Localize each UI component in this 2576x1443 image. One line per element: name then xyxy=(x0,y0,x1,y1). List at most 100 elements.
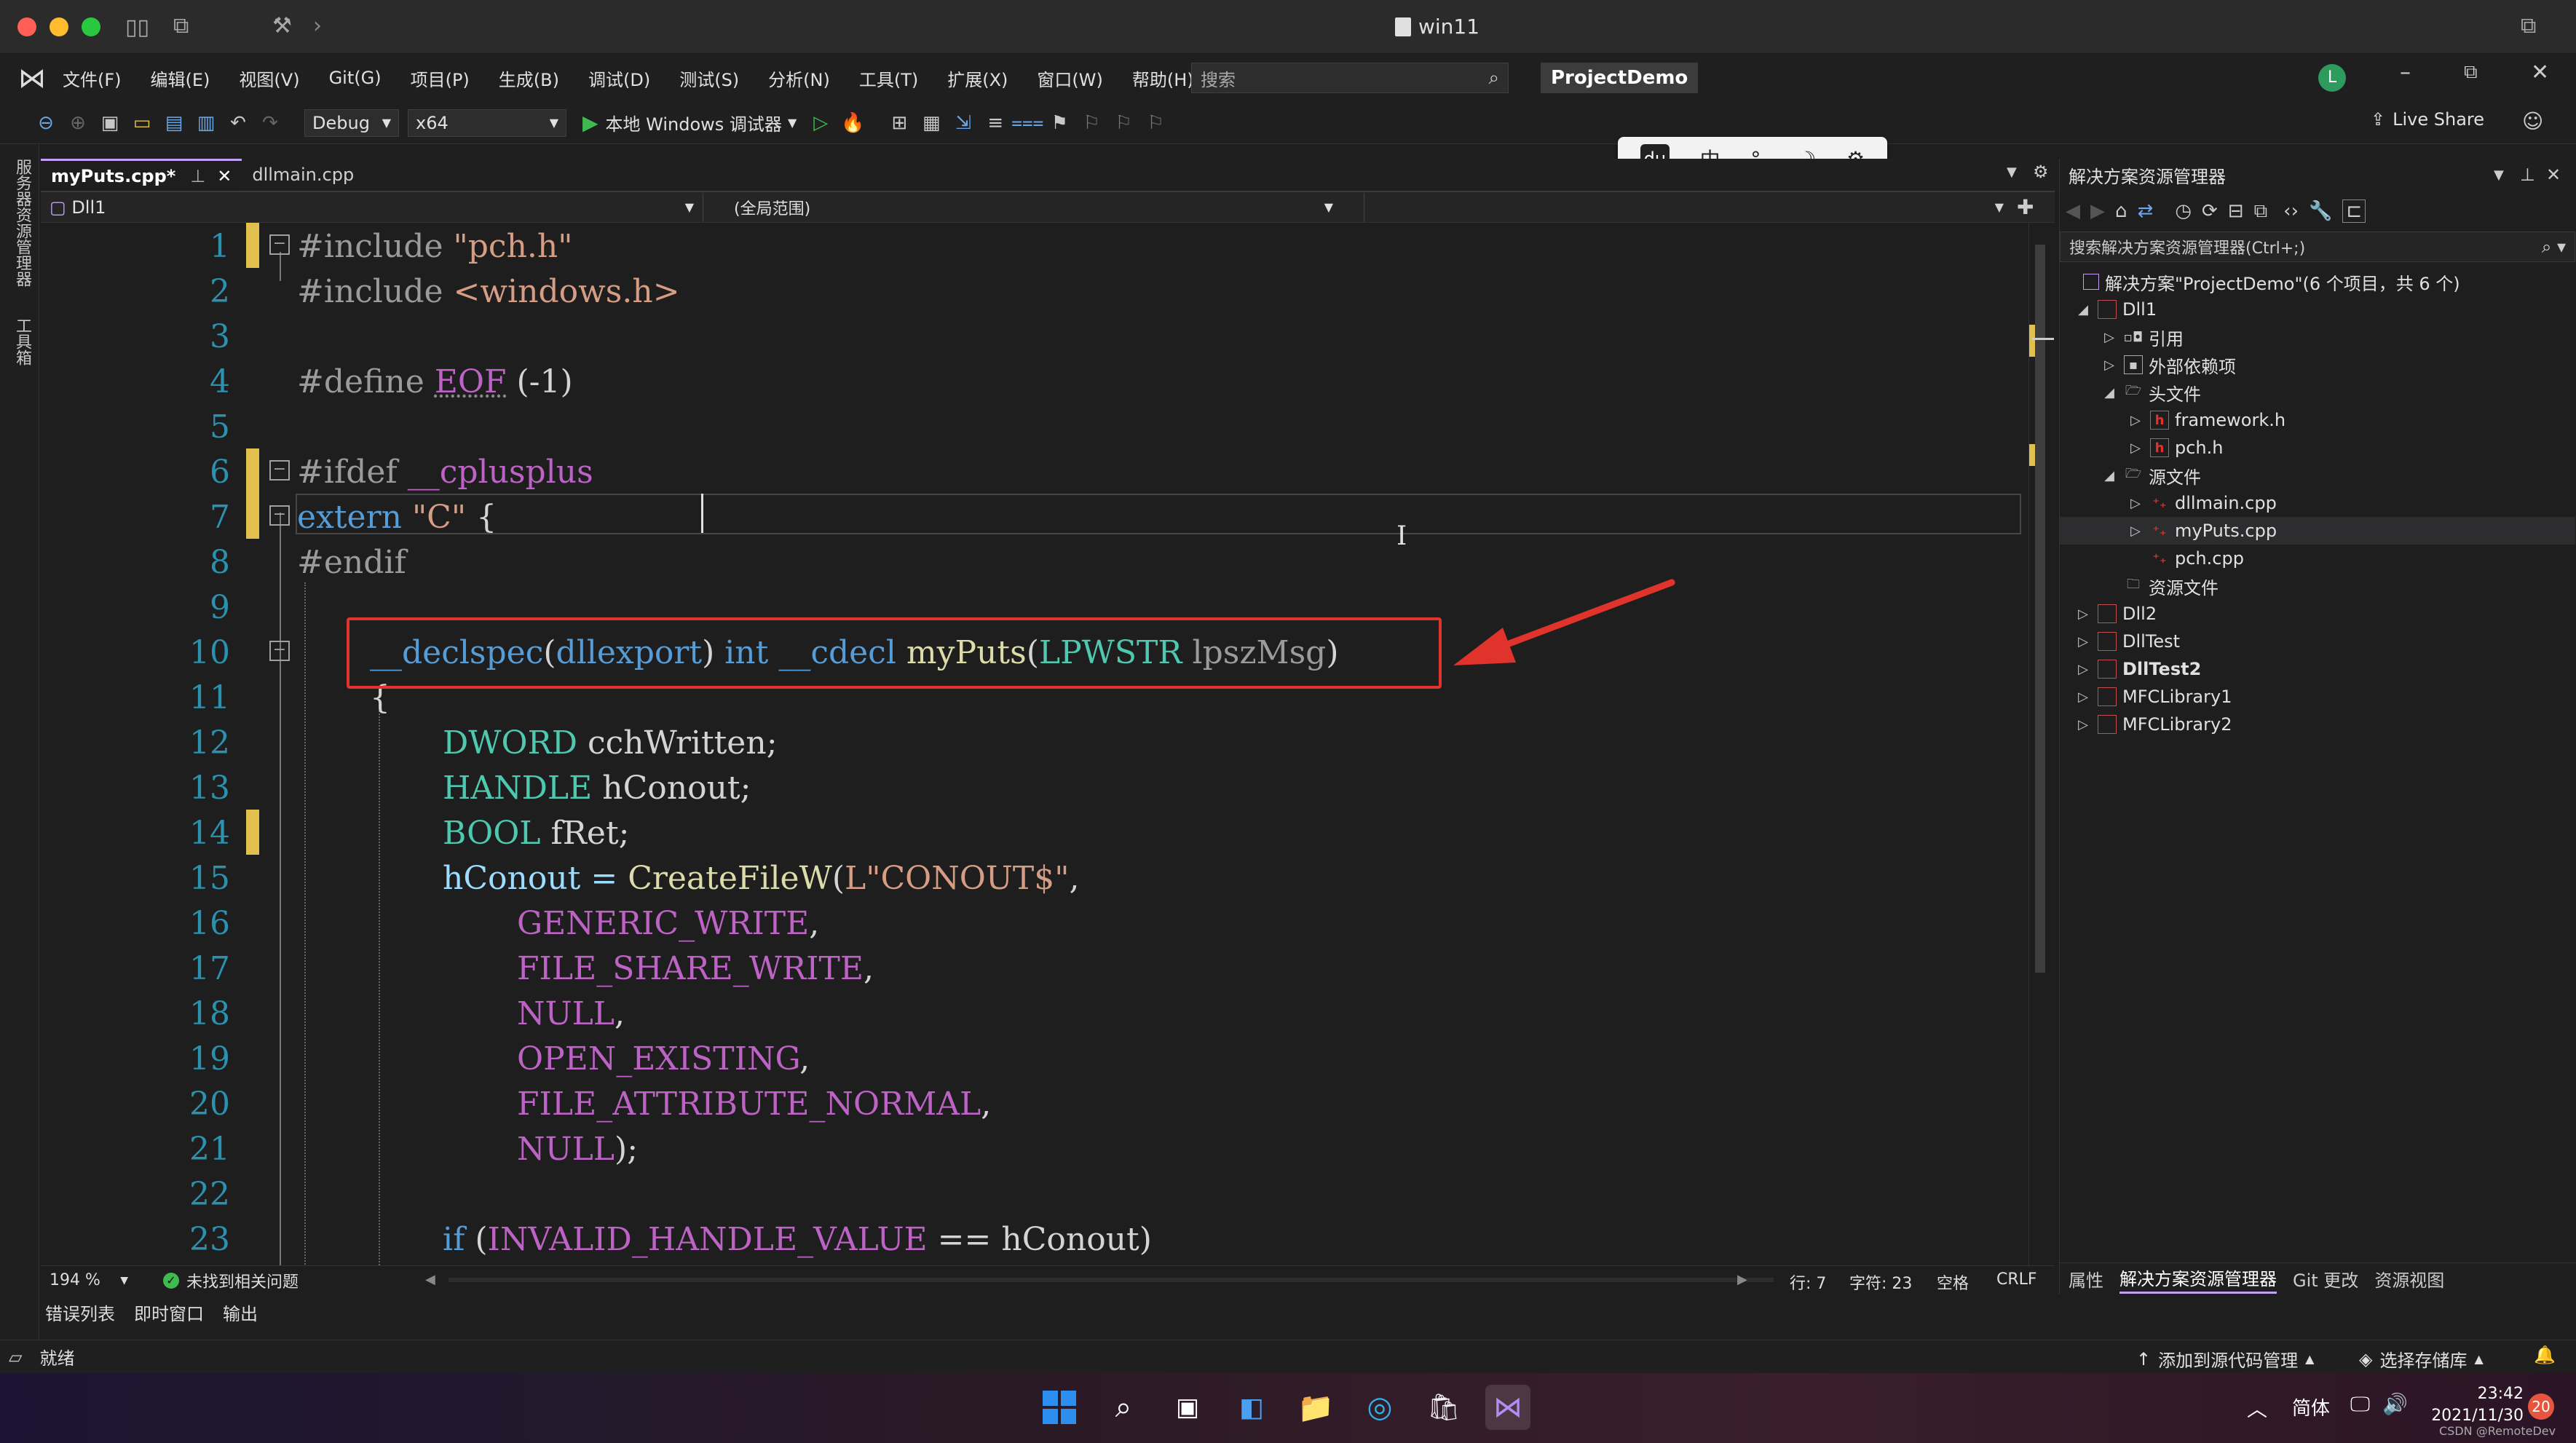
tab-output[interactable]: 输出 xyxy=(223,1300,258,1325)
store-icon[interactable]: 🛍 xyxy=(1421,1385,1466,1430)
clock[interactable]: 23:42 2021/11/30 xyxy=(2429,1383,2524,1427)
panel-menu-icon[interactable]: ▼ xyxy=(2494,167,2504,183)
properties-icon[interactable]: 🔧 xyxy=(2309,200,2332,222)
zoom-window-button[interactable] xyxy=(82,17,100,36)
tree-item-references[interactable]: ▷ ▫◘ 引用 xyxy=(2101,323,2184,351)
ime-language-indicator[interactable]: 简体 xyxy=(2292,1393,2330,1420)
tree-item-framework-h[interactable]: ▷ h framework.h xyxy=(2127,406,2285,434)
undo-icon[interactable]: ↶ xyxy=(226,111,250,135)
vertical-scrollbar[interactable] xyxy=(2028,223,2055,1265)
collapse-icon[interactable]: ▷ xyxy=(2127,440,2144,456)
chevron-up-icon[interactable]: ︿ xyxy=(2247,1393,2267,1423)
tree-item-dlltest2[interactable]: ▷ DllTest2 xyxy=(2074,655,2201,683)
uncomment-icon[interactable]: ⩶ xyxy=(1011,111,1044,135)
platform-select[interactable]: x64 ▼ xyxy=(408,108,566,137)
wrench-icon[interactable]: ⚒ xyxy=(272,13,292,39)
whitespace-indicator[interactable]: 空格 xyxy=(1937,1270,1969,1294)
pin-icon[interactable]: ⊥ xyxy=(190,166,205,186)
save-all-icon[interactable]: ▥ xyxy=(194,111,218,135)
menu-tools[interactable]: 工具(T) xyxy=(859,66,918,91)
visual-studio-taskbar-icon[interactable]: ⋈ xyxy=(1485,1385,1530,1430)
global-scope-dropdown[interactable]: (全局范围) ▼ xyxy=(703,192,1364,222)
collapse-icon[interactable]: ▷ xyxy=(2101,330,2118,345)
show-all-files-icon[interactable]: ⧉ xyxy=(2254,200,2268,223)
switch-views-icon[interactable]: ⇄ xyxy=(2138,200,2154,222)
project-scope-dropdown[interactable]: ▢ Dll1 ▼ xyxy=(41,192,703,222)
collapse-icon[interactable]: ▷ xyxy=(2074,717,2092,732)
solution-config-icon[interactable]: ⊞ xyxy=(887,111,912,135)
sync-icon[interactable]: ⟳ xyxy=(2202,200,2218,222)
collapse-all-icon[interactable]: ⊟ xyxy=(2228,200,2244,222)
menu-git[interactable]: Git(G) xyxy=(329,68,382,88)
menu-file[interactable]: 文件(F) xyxy=(63,66,122,91)
preview-selected-icon[interactable]: ⊏ xyxy=(2342,199,2366,223)
column-indicator[interactable]: 字符: 23 xyxy=(1849,1270,1912,1294)
tab-dllmain-cpp[interactable]: dllmain.cpp xyxy=(242,159,364,191)
minimize-icon[interactable]: – xyxy=(2400,60,2411,85)
tree-item-solution[interactable]: 解决方案"ProjectDemo"(6 个项目，共 6 个) xyxy=(2077,268,2460,296)
feedback-icon[interactable]: ☺ xyxy=(2522,109,2543,133)
menu-debug[interactable]: 调试(D) xyxy=(588,66,650,91)
home-icon[interactable]: ⌂ xyxy=(2115,200,2127,222)
collapse-icon[interactable]: ▷ xyxy=(2127,413,2144,428)
user-avatar[interactable]: L xyxy=(2318,64,2346,92)
tree-item-external-deps[interactable]: ▷ ▪ 外部依赖项 xyxy=(2101,351,2236,379)
file-explorer-icon[interactable]: 📁 xyxy=(1293,1385,1338,1430)
tree-item-myputs-cpp[interactable]: ▷ ⁺₊ myPuts.cpp xyxy=(2060,517,2575,545)
live-share-button[interactable]: ⇪ Live Share xyxy=(2371,109,2484,130)
widgets-icon[interactable]: ◧ xyxy=(1229,1385,1274,1430)
tab-error-list[interactable]: 错误列表 xyxy=(45,1300,115,1325)
scroll-left-icon[interactable]: ◀ xyxy=(425,1272,435,1287)
notification-bell-icon[interactable]: 🔔 xyxy=(2534,1345,2556,1365)
scroll-right-icon[interactable]: ▶ xyxy=(1737,1272,1747,1287)
step-icon[interactable]: ⇲ xyxy=(951,111,976,135)
menu-window[interactable]: 窗口(W) xyxy=(1037,66,1102,91)
tree-item-header-files[interactable]: ◢ 🗁 头文件 xyxy=(2101,379,2201,406)
configuration-select[interactable]: Debug ▼ xyxy=(304,108,399,137)
new-project-icon[interactable]: ▣ xyxy=(98,111,122,135)
view-code-icon[interactable]: ‹› xyxy=(2283,200,2299,222)
close-icon[interactable]: ✕ xyxy=(2531,60,2549,85)
collapse-icon[interactable]: ▷ xyxy=(2074,606,2092,622)
collapse-icon[interactable]: ▷ xyxy=(2127,496,2144,511)
zoom-select[interactable]: 194 % ▼ xyxy=(41,1271,128,1289)
hot-reload-icon[interactable]: 🔥 xyxy=(840,111,865,135)
fold-toggle[interactable]: − xyxy=(269,505,290,526)
tab-list-icon[interactable]: ▼ xyxy=(2007,165,2017,180)
tree-item-dll2[interactable]: ▷ Dll2 xyxy=(2074,600,2157,628)
search-icon[interactable]: ⌕ xyxy=(1101,1385,1146,1430)
tab-properties[interactable]: 属性 xyxy=(2069,1266,2103,1292)
pending-changes-icon[interactable]: ◷ xyxy=(2175,200,2192,222)
tab-settings-icon[interactable]: ⚙ xyxy=(2033,162,2049,182)
close-tab-icon[interactable]: ✕ xyxy=(217,166,232,186)
issues-indicator[interactable]: ✓ 未找到相关问题 xyxy=(163,1269,299,1292)
fullscreen-icon[interactable]: ⧉ xyxy=(2521,13,2536,39)
network-icon[interactable]: 🖵 xyxy=(2350,1392,2370,1417)
fold-toggle[interactable]: − xyxy=(269,234,290,255)
fold-toggle[interactable]: − xyxy=(269,460,290,481)
prev-bookmark-icon[interactable]: ⚐ xyxy=(1079,111,1104,135)
collapse-icon[interactable]: ▷ xyxy=(2127,523,2144,539)
menu-view[interactable]: 视图(V) xyxy=(239,66,299,91)
tree-item-pch-cpp[interactable]: ⁺₊ pch.cpp xyxy=(2144,545,2243,572)
layout-icon[interactable]: ▦ xyxy=(919,111,944,135)
tree-item-resource-files[interactable]: 🗀 资源文件 xyxy=(2118,572,2219,600)
tree-item-mfclibrary1[interactable]: ▷ MFCLibrary1 xyxy=(2074,683,2232,711)
eol-indicator[interactable]: CRLF xyxy=(1996,1270,2037,1289)
line-indicator[interactable]: 行: 7 xyxy=(1790,1270,1826,1294)
menu-edit[interactable]: 编辑(E) xyxy=(151,66,210,91)
close-window-button[interactable] xyxy=(17,17,36,36)
split-editor-icon[interactable]: ✚ xyxy=(2017,195,2034,219)
redo-icon[interactable]: ↷ xyxy=(258,111,283,135)
tab-myputs-cpp[interactable]: myPuts.cpp* ⊥ ✕ xyxy=(41,159,242,191)
minimize-window-button[interactable] xyxy=(50,17,68,36)
server-explorer-tab[interactable]: 服务器资源管理器 xyxy=(10,159,33,287)
code-editor[interactable]: − − − − 1 2 3 4 5 6 7 8 9 10 11 12 13 14… xyxy=(41,223,2028,1265)
volume-icon[interactable]: 🔊 xyxy=(2382,1392,2408,1416)
menu-help[interactable]: 帮助(H) xyxy=(1132,66,1194,91)
member-dropdown[interactable]: ▼ xyxy=(1364,193,2012,222)
fold-toggle[interactable]: − xyxy=(269,641,290,661)
bookmark-icon[interactable]: ⚑ xyxy=(1047,111,1072,135)
tree-item-mfclibrary2[interactable]: ▷ MFCLibrary2 xyxy=(2074,711,2232,738)
menu-build[interactable]: 生成(B) xyxy=(499,66,559,91)
